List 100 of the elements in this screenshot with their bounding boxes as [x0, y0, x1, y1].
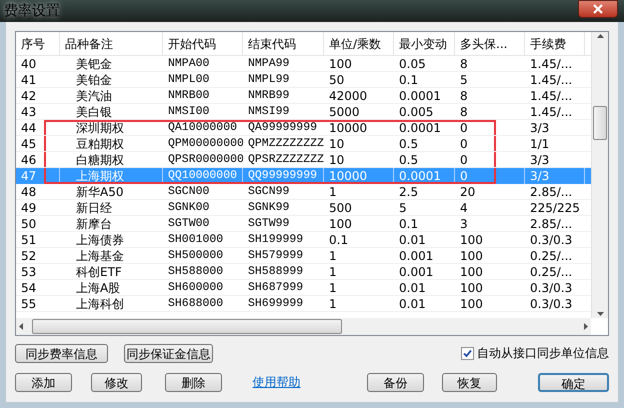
table-cell-text: 0 [459, 152, 469, 167]
table-cell-text: 2.85/... [529, 184, 574, 199]
table-cell-text: 上海科创 [75, 296, 125, 311]
column-header[interactable]: 手续费 [525, 32, 585, 55]
column-header[interactable]: 最小变动 [394, 32, 455, 55]
action-button[interactable]: 备份 [366, 372, 424, 392]
table-cell-text: 0.1 [398, 72, 420, 87]
down-arrow-icon[interactable] [596, 312, 604, 316]
table-cell-text: 美汽油 [75, 88, 113, 103]
table-cell-text: NMSI99 [247, 104, 290, 119]
table-cell-text: 白糖期权 [75, 152, 125, 167]
column-header[interactable]: 多头保... [455, 32, 525, 55]
column-header[interactable]: 单位/乘数 [324, 32, 394, 55]
table-cell-text: 225/225 [529, 200, 581, 215]
action-button[interactable]: 删除 [165, 372, 222, 392]
table-cell-text: 0.5 [398, 136, 420, 151]
table-cell-text: 8 [459, 88, 469, 103]
table-cell-text: NMRB00 [167, 88, 210, 103]
checkbox-label: 自动从接口同步单位信息 [477, 345, 609, 362]
close-button[interactable] [578, 0, 618, 18]
table-cell-text: 上海基金 [75, 248, 125, 263]
up-arrow-icon[interactable] [596, 34, 604, 38]
table-row[interactable]: 52 上海基金 SH500000 SH579999 1 0.001 100 0.25/... [16, 248, 591, 264]
table-row[interactable]: 42 美汽油 NMRB00 NMRB99 42000 0.0001 8 1.45/... [16, 88, 591, 104]
table-cell-text: 4 [459, 200, 469, 215]
table-cell-text: 科创ETF [75, 264, 123, 279]
table-row[interactable]: 55 上海科创 SH688000 SH699999 1 0.01 100 0.3/0.3 [16, 296, 591, 312]
column-header[interactable]: 结束代码 [243, 32, 324, 55]
table-cell-text: 100 [459, 280, 484, 295]
table-cell-text: 100 [459, 264, 484, 279]
action-button[interactable]: 添加 [15, 372, 72, 392]
table-cell-text: SGNK99 [247, 200, 290, 215]
right-arrow-icon[interactable] [584, 323, 588, 330]
table-row[interactable]: 48 新华A50 SGCN00 SGCN99 1 2.5 20 2.85/... [16, 184, 591, 200]
ok-button[interactable]: 确定 [538, 372, 610, 392]
vertical-scrollbar[interactable] [591, 32, 608, 318]
table-cell-text: 46 [20, 152, 38, 167]
table-cell-text: SH600000 [167, 280, 224, 295]
action-button[interactable]: 恢复 [442, 372, 497, 392]
checkbox[interactable] [461, 346, 474, 360]
table-cell: 0.0001 [394, 168, 455, 184]
table-cell-text: 1.45/... [529, 56, 574, 71]
table-row[interactable]: 50 新摩台 SGTW00 SGTW99 100 0.1 3 2.85/... [16, 216, 591, 232]
table-cell-text: 5 [459, 72, 469, 87]
table-cell-text: 3/3 [529, 152, 550, 167]
table-cell-text: QPM00000000 [167, 136, 243, 151]
table-cell-text: 8 [459, 56, 469, 71]
table-cell-text: SGCN99 [247, 184, 290, 199]
table-row[interactable]: 49 新日经 SGNK00 SGNK99 500 5 4 225/225 [16, 200, 591, 216]
column-header[interactable]: 品种备注 [60, 32, 163, 55]
table-cell-text: 3/3 [529, 120, 550, 135]
table-cell-text: 0.25/... [529, 248, 574, 263]
table-cell-text: 0.0001 [398, 120, 442, 135]
table-row[interactable]: 54 上海A股 SH600000 SH687999 1 0.01 100 0.3/0.3 [16, 280, 591, 296]
help-link[interactable]: 使用帮助 [252, 374, 301, 390]
table-cell-text: 50 [328, 72, 346, 87]
table-cell-text: 51 [20, 232, 38, 247]
table-cell-text: 1/1 [529, 136, 550, 151]
table-cell: 3/3 [525, 168, 585, 184]
table-row[interactable]: 51 上海债券 SH001000 SH199999 0.1 0.01 100 0.3/0.3 [16, 232, 591, 248]
table-cell-text: NMPL99 [247, 72, 290, 87]
table-cell-text: 美铂金 [75, 72, 113, 87]
table-cell-text: 2.5 [398, 184, 420, 199]
table-cell-text: SH699999 [247, 296, 304, 311]
sync-button[interactable]: 同步费率信息 [15, 344, 108, 362]
table-cell-text: SH588999 [247, 264, 304, 279]
table-row[interactable]: 40 美钯金 NMPA00 NMPA99 100 0.05 8 1.45/... [16, 56, 591, 72]
table-cell-text: 20 [459, 184, 476, 199]
table-cell-text: 53 [20, 264, 38, 279]
table-row[interactable]: 41 美铂金 NMPL00 NMPL99 50 0.1 5 1.45/... [16, 72, 591, 88]
table-cell-text: 42 [20, 88, 38, 103]
column-header[interactable]: 开始代码 [163, 32, 243, 55]
table-cell-text: 0.01 [398, 232, 427, 247]
table-cell-text: 0 [459, 120, 469, 135]
table-cell-text: SH579999 [247, 248, 304, 263]
scroll-thumb[interactable] [593, 106, 607, 140]
table-cell-text: QPSRZZZZZZZ [247, 152, 324, 167]
table-cell-text: 48 [20, 184, 38, 199]
horizontal-scrollbar[interactable] [16, 318, 591, 335]
table-row[interactable]: 45 豆粕期权 QPM00000000 QPMZZZZZZZZ 10 0.5 0 1/1 [16, 136, 591, 152]
table-cell-text: SGNK00 [167, 200, 210, 215]
scroll-thumb[interactable] [32, 319, 342, 334]
table-row[interactable]: 44 深圳期权 QA10000000 QA99999999 10000 0.0001 0 3/3 [16, 120, 591, 136]
column-header[interactable]: 序号 [16, 32, 60, 55]
table-cell-text: 0.25/... [529, 264, 574, 279]
table-cell-text: 50 [20, 216, 38, 231]
table-row[interactable]: 53 科创ETF SH588000 SH588999 1 0.001 100 0.25/... [16, 264, 591, 280]
table-cell-text: 上海债券 [75, 232, 125, 247]
left-arrow-icon[interactable] [19, 323, 23, 330]
sync-button[interactable]: 同步保证金信息 [124, 344, 213, 362]
table-cell-text: 1 [328, 296, 338, 311]
action-button[interactable]: 修改 [90, 372, 142, 392]
table-row[interactable]: 43 美白银 NMSI00 NMSI99 5000 0.005 8 1.45/... [16, 104, 591, 120]
table-cell-text: NMRB99 [247, 88, 290, 103]
table-cell-text: SH687999 [247, 280, 304, 295]
table-cell-text: SH001000 [167, 232, 224, 247]
table-cell-text: SGTW99 [247, 216, 290, 231]
table-cell-text: 新华A50 [75, 184, 124, 199]
table-cell-text: 美钯金 [75, 56, 113, 71]
table-cell-text: NMPA00 [167, 56, 210, 71]
